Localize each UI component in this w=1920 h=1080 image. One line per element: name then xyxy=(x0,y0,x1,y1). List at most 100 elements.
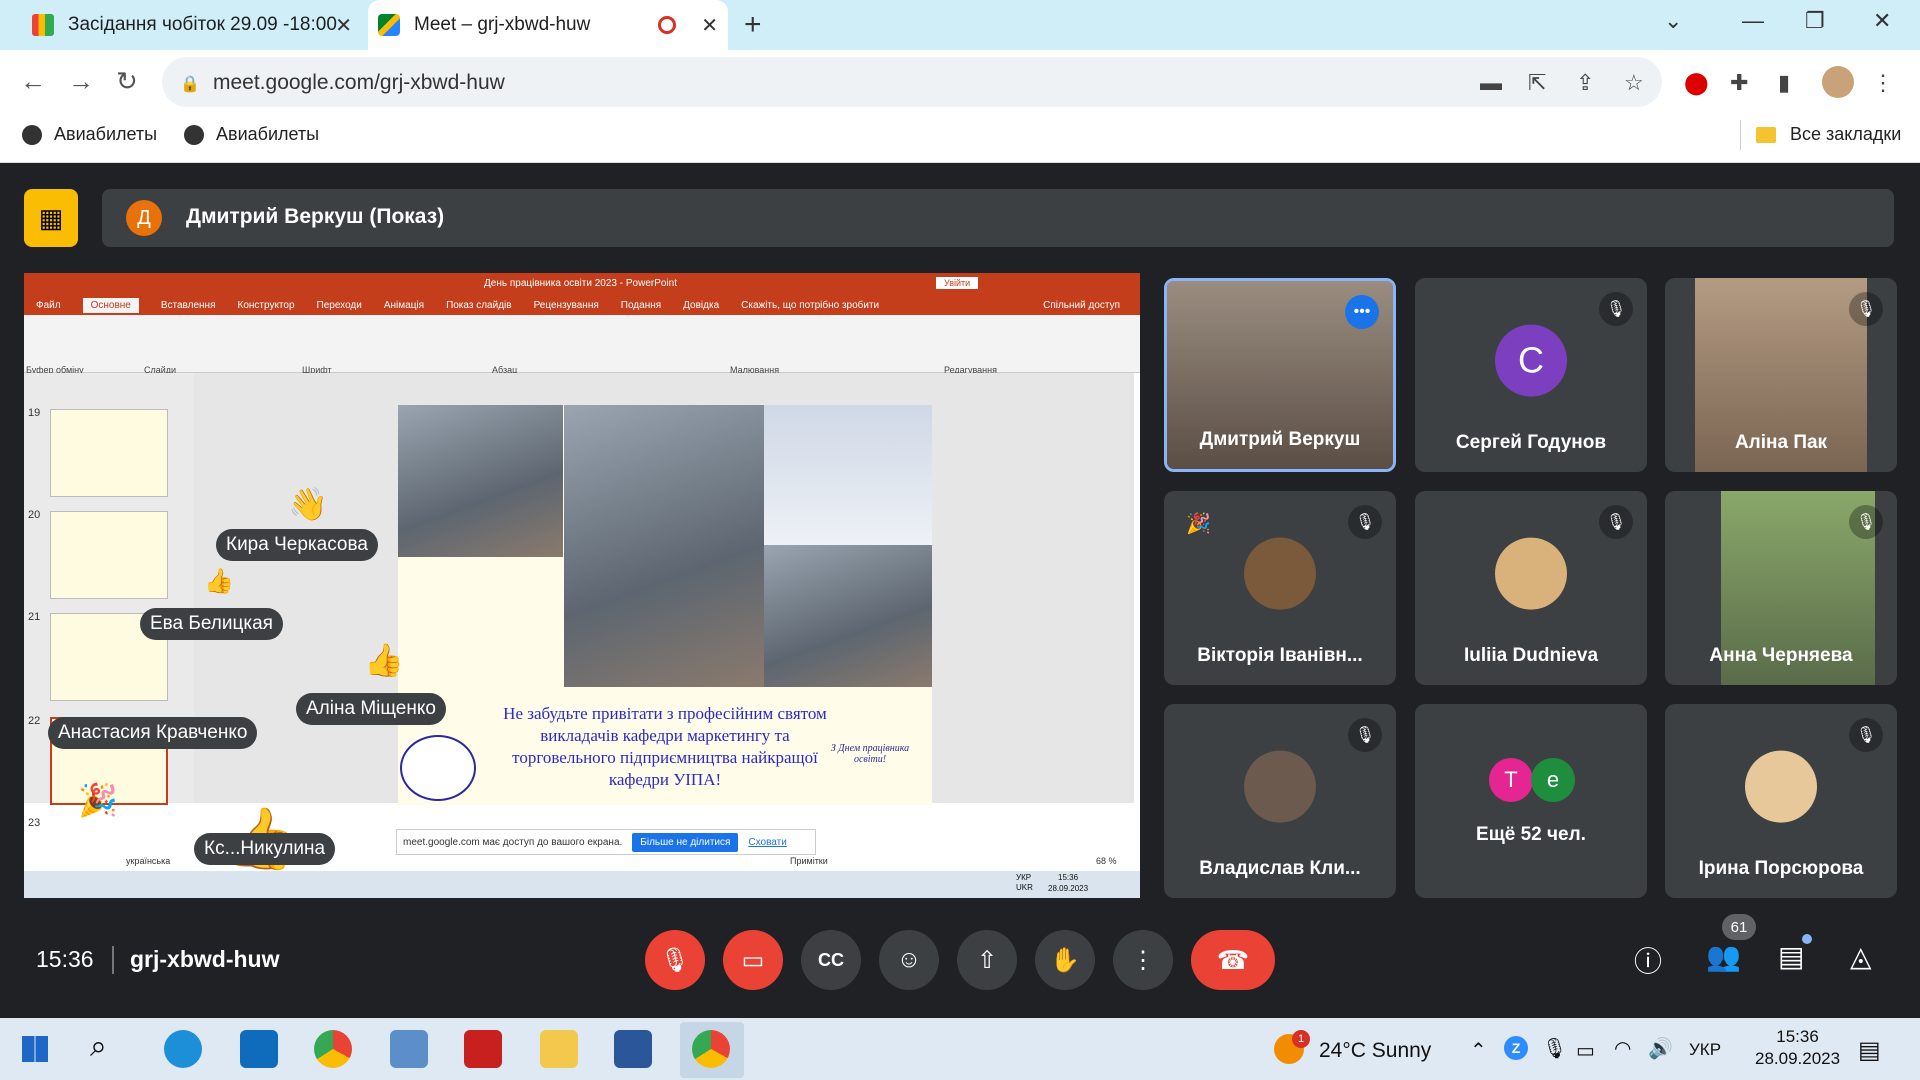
back-icon[interactable]: ← xyxy=(20,66,46,97)
wifi-icon[interactable]: ◠ xyxy=(1614,1036,1631,1061)
leave-call-button[interactable]: ☎ xyxy=(1191,930,1275,990)
participant-name: Аліна Пак xyxy=(1734,432,1828,453)
computer-icon[interactable] xyxy=(390,1030,428,1068)
zoom-icon[interactable]: Z xyxy=(1504,1036,1528,1060)
profile-avatar[interactable] xyxy=(1822,66,1854,98)
presentation-icon[interactable]: ▦ xyxy=(24,189,78,247)
weather-text[interactable]: 24°C Sunny xyxy=(1319,1039,1431,1063)
participant-avatar: e xyxy=(1531,758,1575,802)
shared-screen[interactable]: День працівника освіти 2023 - PowerPoint… xyxy=(24,273,1140,898)
tab-meet[interactable]: Meet – grj-xbwd-huw ✕ xyxy=(368,0,728,50)
word-icon[interactable] xyxy=(614,1030,652,1068)
participant-tile[interactable]: 🎙 Iuliia Dudnieva xyxy=(1415,491,1647,685)
url-text[interactable]: meet.google.com/grj-xbwd-huw xyxy=(213,71,505,95)
chat-icon[interactable]: ▤ xyxy=(1778,940,1804,973)
extensions-icon[interactable]: ✚ xyxy=(1730,70,1748,96)
volume-icon[interactable]: 🔊 xyxy=(1648,1036,1673,1061)
divider xyxy=(112,946,114,974)
slide-corner-text: З Днем працівника освіти! xyxy=(830,743,910,765)
language-label: українська xyxy=(126,856,171,866)
participant-tile[interactable]: 🎙 Аліна Пак xyxy=(1665,278,1897,472)
chevron-up-icon[interactable]: ⌃ xyxy=(1470,1038,1487,1063)
speaking-icon: ••• xyxy=(1345,295,1379,329)
reaction-name: Анастасия Кравченко xyxy=(48,717,258,749)
participant-tile[interactable]: 🎙 Владислав Кли... xyxy=(1164,704,1396,898)
mic-icon[interactable]: 🎙 xyxy=(1542,1036,1567,1061)
captions-button[interactable]: CC xyxy=(801,930,861,990)
bookmark-item[interactable]: Авиабилеты xyxy=(184,124,319,145)
share-notice: meet.google.com має доступ до вашого екр… xyxy=(403,836,623,848)
participant-tile[interactable]: 🎙 Анна Черняева xyxy=(1665,491,1897,685)
search-icon[interactable]: ⌕ xyxy=(90,1030,107,1064)
close-icon[interactable]: ✕ xyxy=(701,13,718,38)
meeting-code: grj-xbwd-huw xyxy=(130,946,280,972)
emoji-button[interactable]: ☺ xyxy=(879,930,939,990)
participant-name: Дмитрий Веркуш xyxy=(1199,429,1361,450)
clock-time: 15:36 xyxy=(1776,1027,1819,1046)
more-options-button[interactable]: ⋮ xyxy=(1113,930,1173,990)
forward-icon[interactable]: → xyxy=(68,66,94,97)
reload-icon[interactable]: ↻ xyxy=(116,66,138,97)
info-icon[interactable]: ⓘ xyxy=(1634,940,1662,980)
more-participants-tile[interactable]: T e Ещё 52 чел. xyxy=(1415,704,1647,898)
participant-name: Ірина Порсюрова xyxy=(1698,858,1864,879)
tab-search-icon[interactable]: ⌄ xyxy=(1664,8,1682,34)
menu-icon[interactable]: ⋮ xyxy=(1872,70,1894,96)
participant-name: Вікторія Іванівн... xyxy=(1197,645,1363,666)
all-bookmarks[interactable]: Все закладки xyxy=(1756,124,1901,145)
participant-avatar: C xyxy=(1495,324,1567,397)
battery-icon[interactable]: ▭ xyxy=(1576,1038,1595,1063)
bookmark-item[interactable]: Авиабилеты xyxy=(22,124,157,145)
ppt-tab: Переходи xyxy=(316,299,362,311)
inner-time: 15:36 xyxy=(1058,873,1079,882)
hand-icon: ✋ xyxy=(1050,946,1080,974)
reaction-name: Аліна Міщенко xyxy=(296,693,446,725)
bookmark-label: Авиабилеты xyxy=(54,124,158,144)
start-icon[interactable] xyxy=(22,1036,48,1062)
close-icon[interactable]: ✕ xyxy=(335,13,352,38)
inner-date: 28.09.2023 xyxy=(1048,884,1089,893)
activities-icon[interactable]: ◬ xyxy=(1850,940,1872,973)
opera-icon[interactable]: ⬤ xyxy=(1684,70,1709,96)
language-indicator[interactable]: УКР xyxy=(1689,1040,1721,1060)
present-button[interactable]: ⇧ xyxy=(957,930,1017,990)
camera-off-button[interactable]: ▭ xyxy=(723,930,783,990)
edge-icon[interactable] xyxy=(164,1030,202,1068)
bookmark-star-icon[interactable]: ☆ xyxy=(1624,70,1644,96)
tab-gmail[interactable]: Засідання чобіток 29.09 -18:00 ✕ xyxy=(22,0,362,50)
chrome-icon[interactable] xyxy=(692,1030,730,1068)
emoji-icon: ☺ xyxy=(896,946,922,973)
camera-icon[interactable]: ▬ xyxy=(1480,70,1502,96)
stop-share-button: Більше не ділитися xyxy=(632,832,739,852)
participant-tile[interactable]: 🎙 Ірина Порсюрова xyxy=(1665,704,1897,898)
reaction-emoji: 👋 xyxy=(288,486,328,522)
raise-hand-button[interactable]: ✋ xyxy=(1035,930,1095,990)
sidepanel-icon[interactable]: ▮ xyxy=(1778,70,1790,96)
participant-avatar: T xyxy=(1489,758,1533,802)
divider xyxy=(1740,120,1741,150)
reaction-emoji: 🎉 xyxy=(78,782,118,818)
slide-number: 20 xyxy=(28,509,41,521)
ppt-tab: Основне xyxy=(82,297,139,313)
mic-off-button[interactable]: 🎙 xyxy=(645,930,705,990)
acrobat-icon[interactable] xyxy=(464,1030,502,1068)
restore-icon[interactable]: ❐ xyxy=(1805,8,1825,34)
mic-off-icon: 🎙 xyxy=(1348,505,1382,539)
participant-tile[interactable]: 🎉 🎙 Вікторія Іванівн... xyxy=(1164,491,1396,685)
participant-tile[interactable]: ••• Дмитрий Веркуш xyxy=(1164,278,1396,472)
close-window-icon[interactable]: ✕ xyxy=(1873,8,1891,34)
slide-number: 22 xyxy=(28,715,41,727)
notifications-icon[interactable]: ▤ xyxy=(1858,1036,1881,1065)
minimize-icon[interactable]: — xyxy=(1742,8,1764,34)
new-tab-icon[interactable]: + xyxy=(744,8,762,42)
system-clock[interactable]: 15:36 28.09.2023 xyxy=(1755,1026,1840,1070)
mail-icon[interactable] xyxy=(240,1030,278,1068)
chrome-icon[interactable] xyxy=(314,1030,352,1068)
ppt-tab: Вставлення xyxy=(160,299,216,311)
people-icon[interactable]: 👥 xyxy=(1706,940,1741,973)
slide-number: 23 xyxy=(28,817,41,829)
folder-icon[interactable] xyxy=(540,1030,578,1068)
participant-tile[interactable]: C 🎙 Сергей Годунов xyxy=(1415,278,1647,472)
open-external-icon[interactable]: ⇱ xyxy=(1528,70,1546,96)
share-icon[interactable]: ⇪ xyxy=(1576,70,1594,96)
